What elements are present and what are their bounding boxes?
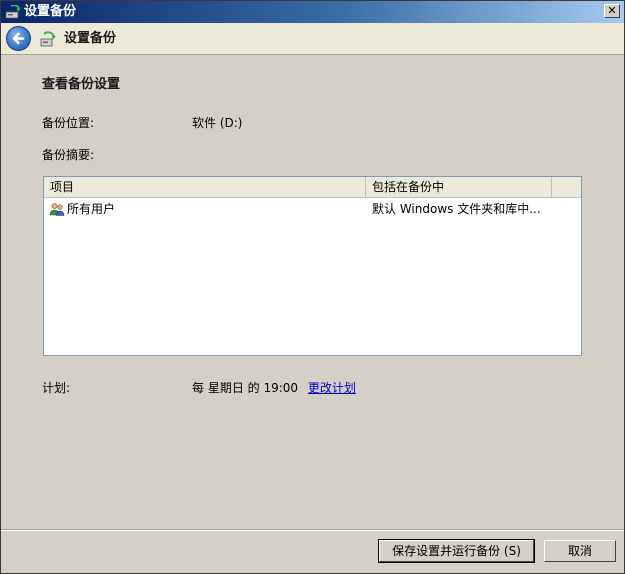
cancel-button[interactable]: 取消: [544, 540, 616, 562]
title-bar[interactable]: 设置备份 ✕: [1, 1, 624, 23]
schedule-label: 计划:: [42, 381, 71, 395]
change-schedule-link[interactable]: 更改计划: [308, 381, 356, 395]
section-heading: 查看备份设置: [42, 77, 121, 92]
schedule-text: 每 星期日 的 19:00: [192, 381, 299, 395]
table-header: 项目 包括在备份中: [44, 177, 581, 198]
back-button[interactable]: [6, 26, 31, 51]
column-header-item[interactable]: 项目: [44, 177, 366, 197]
column-header-included[interactable]: 包括在备份中: [366, 177, 552, 197]
schedule-value: 每 星期日 的 19:00 更改计划: [192, 379, 356, 396]
close-button[interactable]: ✕: [604, 4, 620, 18]
back-arrow-icon: [12, 32, 25, 45]
row-item-included: 默认 Windows 文件夹和库中...: [372, 202, 541, 216]
backup-icon: [40, 31, 56, 47]
backup-settings-window: 设置备份 ✕ 设置备份 查看备份设置 备份位置: 软件 (D:) 备份摘要: 项…: [0, 0, 625, 574]
users-icon: [49, 203, 65, 216]
page-title: 设置备份: [64, 31, 117, 46]
navigation-bar: 设置备份: [1, 23, 624, 55]
table-row[interactable]: 所有用户 默认 Windows 文件夹和库中...: [44, 199, 581, 219]
close-icon: ✕: [607, 4, 617, 17]
row-item-name: 所有用户: [67, 202, 116, 216]
backup-location-value: 软件 (D:): [192, 116, 243, 130]
footer-divider: [1, 529, 624, 531]
save-and-run-backup-button[interactable]: 保存设置并运行备份 (S): [378, 539, 535, 563]
backup-summary-table: 项目 包括在备份中 所有用户 默认 Windows 文件夹和库中...: [43, 176, 582, 356]
backup-summary-label: 备份摘要:: [42, 148, 95, 162]
backup-app-icon: [5, 5, 21, 19]
window-title: 设置备份: [24, 4, 77, 19]
backup-location-label: 备份位置:: [42, 116, 95, 130]
